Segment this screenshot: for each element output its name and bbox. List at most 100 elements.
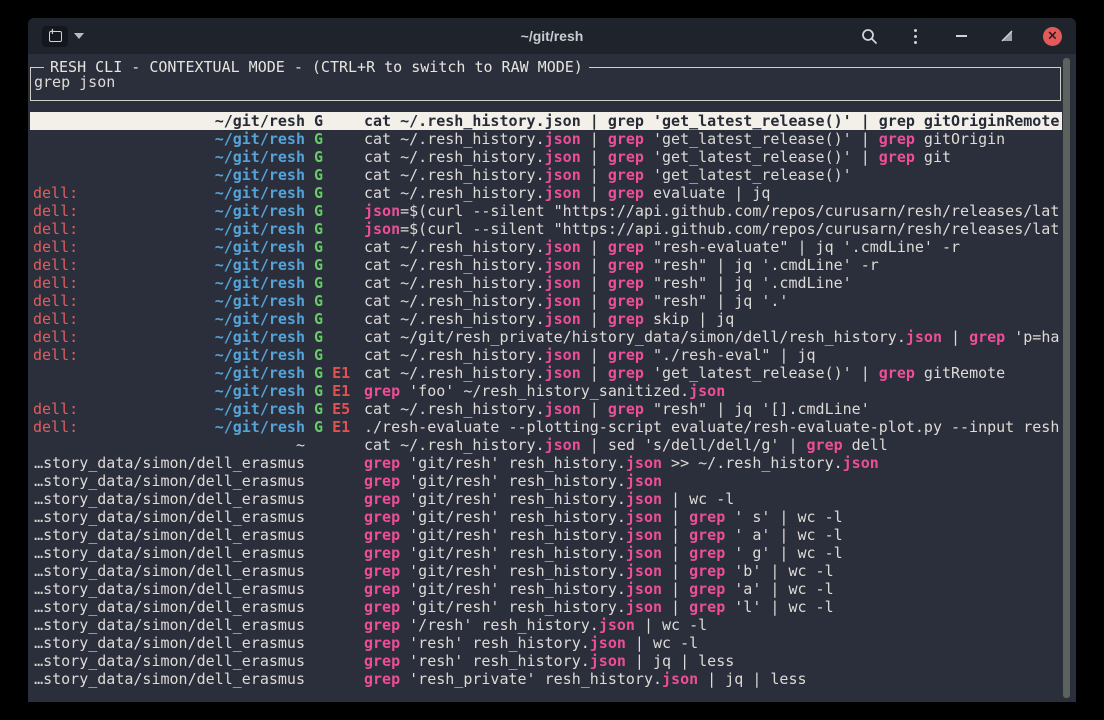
row-directory: ~/git/resh <box>33 112 305 130</box>
history-row[interactable]: …story_data/simon/dell_erasmus grep 'git… <box>30 454 1062 472</box>
history-row[interactable]: ~ cat ~/.resh_history.json | sed 's/dell… <box>30 436 1062 454</box>
row-directory: …story_data/simon/dell_erasmus <box>33 598 305 616</box>
row-directory: …story_data/simon/dell_erasmus <box>33 508 305 526</box>
row-directory: ~/git/resh <box>33 202 305 220</box>
row-directory: …story_data/simon/dell_erasmus <box>33 616 305 634</box>
history-row[interactable]: …story_data/simon/dell_erasmus grep 'res… <box>30 670 1062 688</box>
history-row[interactable]: …story_data/simon/dell_erasmus grep '/re… <box>30 616 1062 634</box>
history-row[interactable]: dell: ~/git/resh G cat ~/.resh_history.j… <box>30 184 1062 202</box>
row-directory: …story_data/simon/dell_erasmus <box>33 526 305 544</box>
row-directory: ~/git/resh <box>33 184 305 202</box>
history-row[interactable]: dell: ~/git/resh G cat ~/.resh_history.j… <box>30 346 1062 364</box>
history-row[interactable]: …story_data/simon/dell_erasmus grep 'git… <box>30 598 1062 616</box>
history-row[interactable]: …story_data/simon/dell_erasmus grep 'git… <box>30 562 1062 580</box>
row-directory: …story_data/simon/dell_erasmus <box>33 544 305 562</box>
row-directory: ~/git/resh <box>33 328 305 346</box>
chevron-down-icon[interactable] <box>74 33 84 39</box>
minimize-button[interactable] <box>951 26 971 46</box>
history-row[interactable]: …story_data/simon/dell_erasmus grep 'git… <box>30 544 1062 562</box>
history-row[interactable]: …story_data/simon/dell_erasmus grep 'res… <box>30 652 1062 670</box>
row-directory: ~/git/resh <box>33 148 305 166</box>
row-command: grep 'resh' resh_history.json | jq | les… <box>364 652 1062 670</box>
history-row[interactable]: ~/git/resh G E1 grep 'foo' ~/resh_histor… <box>30 382 1062 400</box>
new-tab-button[interactable] <box>42 26 68 47</box>
row-command: grep 'git/resh' resh_history.json | grep… <box>364 526 1062 544</box>
row-command: grep 'git/resh' resh_history.json | grep… <box>364 580 1062 598</box>
history-row[interactable]: ~/git/resh G cat ~/.resh_history.json | … <box>30 112 1062 130</box>
history-list: ~/git/resh G cat ~/.resh_history.json | … <box>30 112 1062 688</box>
row-directory: ~/git/resh <box>33 310 305 328</box>
restore-button[interactable] <box>997 26 1017 46</box>
row-directory: ~/git/resh <box>33 364 305 382</box>
titlebar: ~/git/resh × <box>28 18 1076 54</box>
row-directory: …story_data/simon/dell_erasmus <box>33 580 305 598</box>
row-command: cat ~/.resh_history.json | grep "resh" |… <box>364 256 1062 274</box>
history-row[interactable]: dell: ~/git/resh G cat ~/.resh_history.j… <box>30 310 1062 328</box>
row-command: grep 'git/resh' resh_history.json <box>364 472 1062 490</box>
history-row[interactable]: dell: ~/git/resh G E1 ./resh-evaluate --… <box>30 418 1062 436</box>
row-flags: G <box>305 148 363 166</box>
row-directory: …story_data/simon/dell_erasmus <box>33 472 305 490</box>
row-command: cat ~/.resh_history.json | grep "resh" |… <box>364 292 1062 310</box>
row-directory: …story_data/simon/dell_erasmus <box>33 562 305 580</box>
row-directory: …story_data/simon/dell_erasmus <box>33 652 305 670</box>
menu-button[interactable] <box>905 26 925 46</box>
history-row[interactable]: dell: ~/git/resh G E5 cat ~/.resh_histor… <box>30 400 1062 418</box>
row-command: grep 'git/resh' resh_history.json | wc -… <box>364 490 1062 508</box>
row-command: json=$(curl --silent "https://api.github… <box>364 220 1062 238</box>
row-command: cat ~/git/resh_private/history_data/simo… <box>364 328 1062 346</box>
row-command: cat ~/.resh_history.json | grep 'get_lat… <box>364 166 1062 184</box>
row-flags: G <box>305 238 363 256</box>
history-row[interactable]: ~/git/resh G cat ~/.resh_history.json | … <box>30 166 1062 184</box>
row-flags: G <box>305 346 363 364</box>
row-command: grep 'foo' ~/resh_history_sanitized.json <box>364 382 1062 400</box>
history-row[interactable]: dell: ~/git/resh G cat ~/.resh_history.j… <box>30 238 1062 256</box>
row-command: grep 'git/resh' resh_history.json | grep… <box>364 562 1062 580</box>
row-flags: G <box>305 184 363 202</box>
row-directory: ~/git/resh <box>33 220 305 238</box>
history-row[interactable]: ~/git/resh G cat ~/.resh_history.json | … <box>30 130 1062 148</box>
resh-query-box: RESH CLI - CONTEXTUAL MODE - (CTRL+R to … <box>30 67 1061 101</box>
history-row[interactable]: dell: ~/git/resh G cat ~/.resh_history.j… <box>30 274 1062 292</box>
history-row[interactable]: …story_data/simon/dell_erasmus grep 'git… <box>30 526 1062 544</box>
history-row[interactable]: …story_data/simon/dell_erasmus grep 'git… <box>30 580 1062 598</box>
row-directory: ~/git/resh <box>33 166 305 184</box>
history-row[interactable]: dell: ~/git/resh G cat ~/.resh_history.j… <box>30 256 1062 274</box>
row-command: json=$(curl --silent "https://api.github… <box>364 202 1062 220</box>
row-flags: G <box>305 166 363 184</box>
row-command: grep 'git/resh' resh_history.json | grep… <box>364 544 1062 562</box>
row-directory: …story_data/simon/dell_erasmus <box>33 490 305 508</box>
search-icon <box>861 28 878 45</box>
close-button[interactable]: × <box>1043 27 1062 46</box>
row-directory: …story_data/simon/dell_erasmus <box>33 634 305 652</box>
restore-window-icon <box>1001 30 1013 42</box>
row-directory: ~/git/resh <box>33 130 305 148</box>
history-row[interactable]: ~/git/resh G cat ~/.resh_history.json | … <box>30 148 1062 166</box>
scrollbar[interactable] <box>1063 58 1070 698</box>
row-command: cat ~/.resh_history.json | grep 'get_lat… <box>364 130 1062 148</box>
row-command: cat ~/.resh_history.json | grep "resh" |… <box>364 400 1062 418</box>
search-query-input[interactable]: grep json <box>34 73 1056 91</box>
row-command: ./resh-evaluate --plotting-script evalua… <box>364 418 1062 436</box>
row-command: cat ~/.resh_history.json | sed 's/dell/d… <box>364 436 1062 454</box>
history-row[interactable]: dell: ~/git/resh G cat ~/.resh_history.j… <box>30 292 1062 310</box>
row-command: cat ~/.resh_history.json | grep skip | j… <box>364 310 1062 328</box>
row-flags: G <box>305 310 363 328</box>
search-button[interactable] <box>859 26 879 46</box>
history-row[interactable]: dell: ~/git/resh G json=$(curl --silent … <box>30 202 1062 220</box>
row-directory: ~/git/resh <box>33 400 305 418</box>
history-row[interactable]: …story_data/simon/dell_erasmus grep 'git… <box>30 508 1062 526</box>
history-row[interactable]: …story_data/simon/dell_erasmus grep 'git… <box>30 472 1062 490</box>
row-directory: ~/git/resh <box>33 256 305 274</box>
history-row[interactable]: dell: ~/git/resh G cat ~/git/resh_privat… <box>30 328 1062 346</box>
terminal-content: RESH CLI - CONTEXTUAL MODE - (CTRL+R to … <box>28 54 1076 702</box>
history-row[interactable]: …story_data/simon/dell_erasmus grep 'git… <box>30 490 1062 508</box>
history-row[interactable]: …story_data/simon/dell_erasmus grep 'res… <box>30 634 1062 652</box>
history-row[interactable]: dell: ~/git/resh G json=$(curl --silent … <box>30 220 1062 238</box>
row-flags: G E5 <box>305 400 363 418</box>
row-command: cat ~/.resh_history.json | grep "resh-ev… <box>364 238 1062 256</box>
row-command: grep 'git/resh' resh_history.json | grep… <box>364 598 1062 616</box>
history-row[interactable]: ~/git/resh G E1 cat ~/.resh_history.json… <box>30 364 1062 382</box>
row-directory: ~/git/resh <box>33 274 305 292</box>
row-flags: G <box>305 202 363 220</box>
